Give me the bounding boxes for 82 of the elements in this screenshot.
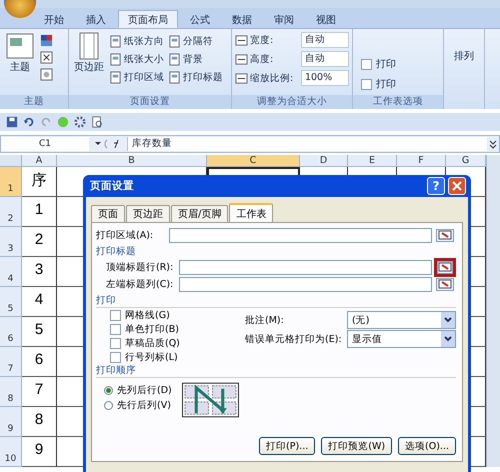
table-cell: 7 [22, 377, 57, 407]
field-label: 顶端标题行(R): [106, 260, 174, 274]
row-header[interactable]: 5 [0, 287, 22, 317]
field-label: 批注(M): [245, 314, 285, 326]
ribbon-command[interactable]: 打印标题 [168, 70, 223, 85]
field-label: 缩放比例: [250, 72, 294, 84]
ribbon-tab[interactable]: 数据 [222, 10, 262, 28]
table-cell: 2 [22, 227, 57, 257]
name-box[interactable]: C1 [1, 137, 89, 151]
dropdown[interactable]: (无) [347, 311, 456, 329]
dialog-tab[interactable]: 页面 [91, 205, 125, 222]
column-header[interactable]: F [397, 155, 446, 167]
ribbon-command[interactable]: 分隔符 [168, 34, 223, 49]
field-label: 错误单元格打印为(E): [245, 332, 343, 346]
table-cell: 9 [22, 437, 57, 467]
field-label: 宽度: [250, 34, 274, 46]
scale-field[interactable]: 自动 [300, 32, 349, 48]
checkbox-label: 网格线(G) [125, 308, 170, 322]
ribbon-tab[interactable]: 审阅 [264, 10, 304, 28]
dialog-tab[interactable]: 页眉/页脚 [171, 205, 228, 222]
arrange-button[interactable]: 排列 [450, 49, 478, 63]
row-header[interactable]: 4 [0, 257, 22, 287]
group-title: 调整为合适大小 [232, 95, 352, 109]
scale-field[interactable]: 自动 [300, 51, 349, 67]
column-header[interactable]: D [300, 155, 348, 167]
table-cell: 4 [22, 287, 57, 317]
checkbox-label: 打印 [376, 58, 396, 71]
row-header[interactable]: 7 [0, 347, 22, 377]
ribbon-tab[interactable]: 视图 [306, 10, 346, 28]
group-title: 工作表选项 [353, 95, 443, 109]
ribbon-tab[interactable]: 开始 [34, 10, 74, 28]
ribbon-tab[interactable]: 插入 [76, 10, 116, 28]
dialog-tab[interactable]: 工作表 [229, 203, 274, 222]
radio-label: 先列后行(D) [117, 384, 172, 396]
row-header[interactable]: 1 [0, 167, 22, 197]
section-heading: 打印标题 [96, 245, 137, 258]
table-cell: 6 [22, 347, 57, 377]
ribbon-command[interactable]: 纸张方向 [109, 34, 164, 49]
radio-label: 先行后列(V) [117, 398, 171, 412]
scale-field[interactable]: 100% [300, 70, 349, 86]
formula-field[interactable]: 库存数量 [127, 137, 487, 151]
checkbox-label: 草稿品质(Q) [125, 336, 180, 350]
table-cell: 5 [22, 317, 57, 347]
theme-button[interactable]: 主题 [3, 32, 37, 92]
field-label: 打印区域(A): [96, 228, 154, 242]
row-header[interactable]: 6 [0, 317, 22, 347]
field-label: 左端标题列(C): [106, 278, 174, 290]
row-header[interactable]: 10 [0, 437, 22, 467]
field-label: 高度: [250, 52, 274, 66]
dialog-button[interactable]: 打印(P)... [259, 437, 316, 455]
group-title: 页面设置 [69, 95, 231, 109]
column-header[interactable]: G [446, 155, 486, 167]
row-header[interactable]: 9 [0, 407, 22, 437]
row-header[interactable]: 8 [0, 377, 22, 407]
row-header[interactable]: 3 [0, 227, 22, 257]
column-header[interactable]: B [57, 155, 207, 167]
column-header[interactable]: A [22, 155, 57, 167]
checkbox-label: 单色打印(B) [125, 322, 179, 336]
ribbon-tab[interactable]: 公式 [180, 10, 220, 28]
group-title: 主题 [0, 95, 68, 109]
help-button[interactable]: ? [427, 177, 445, 195]
table-cell: 3 [22, 257, 57, 287]
dropdown[interactable]: 显示值 [347, 330, 456, 348]
column-header[interactable]: C [207, 155, 300, 167]
table-cell: 8 [22, 407, 57, 437]
section-heading: 打印 [96, 294, 456, 308]
dialog-title: 页面设置 [90, 179, 135, 193]
ribbon-tab[interactable]: 页面布局 [118, 10, 178, 28]
table-cell: 序 [22, 167, 57, 197]
table-cell: 1 [22, 197, 57, 227]
ribbon-command[interactable]: 纸张大小 [109, 52, 164, 67]
row-header[interactable]: 2 [0, 197, 22, 227]
margins-button[interactable]: 页边距 [72, 32, 106, 92]
dialog-button[interactable]: 打印预览(W) [321, 437, 392, 455]
checkbox-label: 行号列标(L) [125, 350, 178, 364]
ribbon-command[interactable]: 背景 [168, 52, 223, 67]
dialog-button[interactable]: 选项(O)... [398, 437, 456, 455]
checkbox-label: 打印 [376, 78, 396, 91]
section-heading: 打印顺序 [96, 364, 456, 378]
dialog-tab[interactable]: 页边距 [126, 205, 170, 222]
ribbon-command[interactable]: 打印区域 [109, 70, 164, 85]
column-header[interactable]: E [348, 155, 397, 167]
